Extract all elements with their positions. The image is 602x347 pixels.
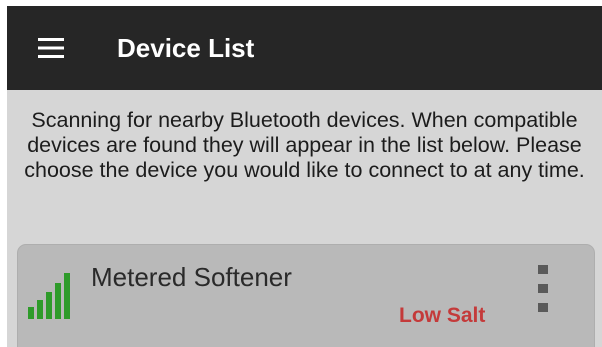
device-name: Metered Softener [91, 262, 292, 292]
signal-strength-icon [28, 265, 76, 319]
more-vert-icon [528, 261, 558, 325]
device-status-label: Low Salt [399, 304, 486, 327]
device-options-button[interactable] [528, 261, 558, 325]
app-bar: Device List [7, 6, 602, 90]
menu-button[interactable] [29, 26, 73, 70]
hamburger-menu-icon [38, 38, 64, 58]
scanning-instructions: Scanning for nearby Bluetooth devices. W… [24, 108, 585, 182]
device-list-screen: Device List Scanning for nearby Bluetoot… [0, 0, 602, 347]
device-list-item[interactable]: Metered Softener Low Salt [17, 244, 595, 347]
device-list-content[interactable]: Scanning for nearby Bluetooth devices. W… [7, 90, 602, 347]
page-title: Device List [117, 33, 255, 63]
